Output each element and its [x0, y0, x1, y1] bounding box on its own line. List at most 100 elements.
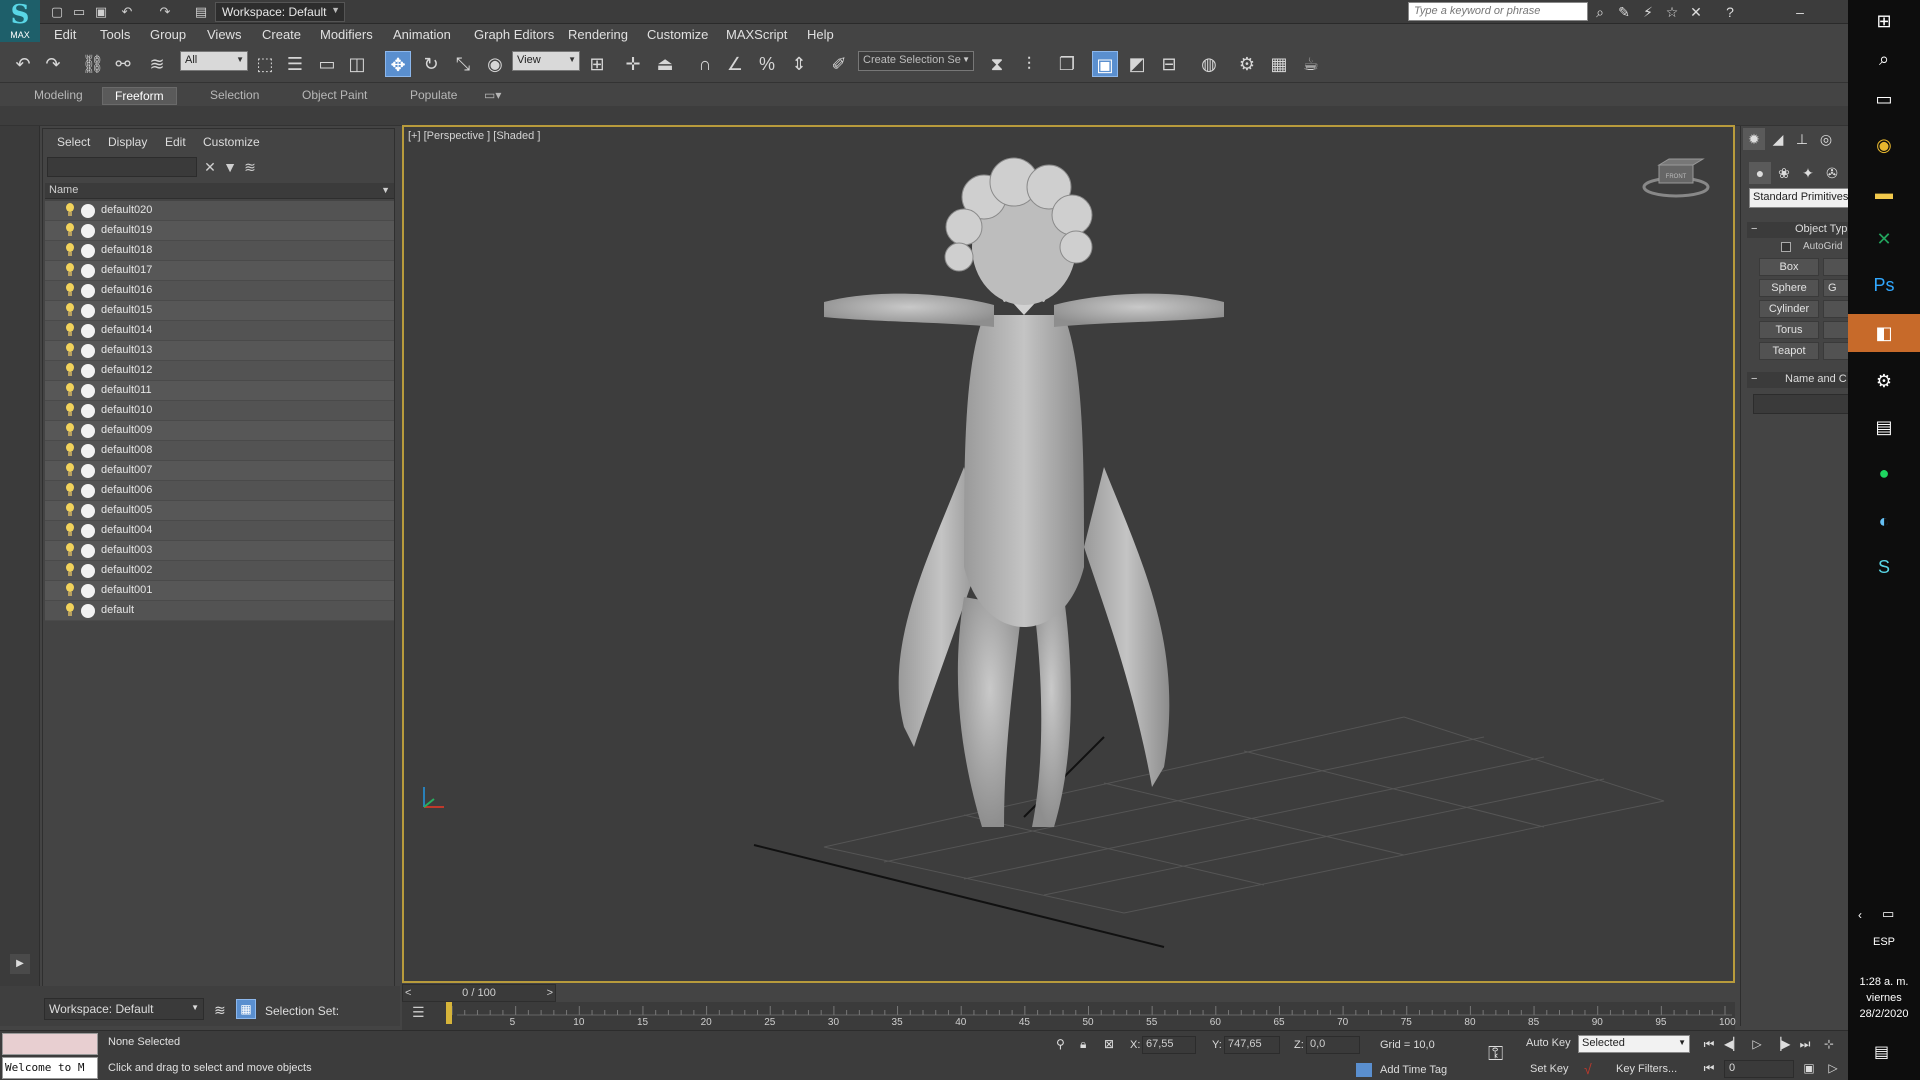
tab-modeling[interactable]: Modeling — [22, 87, 95, 105]
list-item[interactable]: default014 — [45, 321, 394, 341]
project-folder-icon[interactable]: ▤ — [192, 3, 210, 21]
list-item[interactable]: default005 — [45, 501, 394, 521]
align-icon[interactable]: ⫶ — [1016, 51, 1042, 77]
network-icon[interactable]: ▭ — [1882, 906, 1894, 922]
y-coord-field[interactable]: 747,65 — [1224, 1036, 1280, 1054]
undo-icon[interactable]: ↶ — [118, 3, 136, 21]
z-coord-field[interactable]: 0,0 — [1306, 1036, 1360, 1054]
tools-icon[interactable]: ✎ — [1614, 2, 1634, 22]
list-item[interactable]: default007 — [45, 461, 394, 481]
key-mode-toggle-icon[interactable]: ⊹ — [1820, 1035, 1838, 1053]
menu-rendering[interactable]: Rendering — [568, 27, 628, 42]
new-file-icon[interactable]: ▢ — [48, 3, 66, 21]
go-to-start-icon[interactable]: ⏮ — [1700, 1035, 1718, 1053]
time-configuration-icon[interactable]: ▣ — [1800, 1059, 1818, 1077]
render-production-icon[interactable]: ☕ — [1298, 51, 1324, 77]
show-hidden-icons-icon[interactable]: ‹ — [1858, 908, 1862, 922]
favorites-star-icon[interactable]: ☆ — [1662, 2, 1682, 22]
sphere-button[interactable]: Sphere — [1759, 279, 1819, 297]
play-icon[interactable]: ▷ — [1748, 1035, 1766, 1053]
list-item[interactable]: default019 — [45, 221, 394, 241]
current-frame-field[interactable]: 0 — [1724, 1060, 1794, 1078]
autogrid-checkbox[interactable] — [1781, 242, 1791, 252]
name-and-color-rollout[interactable]: − Name and C — [1747, 372, 1849, 388]
tab-selection[interactable]: Selection — [198, 87, 271, 105]
default-in-out-tangent-icon[interactable]: √ — [1584, 1061, 1592, 1077]
geosphere-button[interactable]: G — [1823, 279, 1849, 297]
list-item[interactable]: default002 — [45, 561, 394, 581]
windows-start-icon[interactable]: ⊞ — [1862, 2, 1906, 40]
menu-animation[interactable]: Animation — [393, 27, 451, 42]
expand-layout-icon[interactable]: ▶ — [10, 954, 30, 974]
previous-frame-icon[interactable]: ◀▏ — [1724, 1035, 1742, 1053]
visibility-bulb-icon[interactable] — [65, 263, 75, 277]
object-type-rollout[interactable]: − Object Typ — [1747, 222, 1849, 238]
visibility-bulb-icon[interactable] — [65, 483, 75, 497]
key-filters-button[interactable]: Key Filters... — [1616, 1063, 1677, 1075]
hierarchy-sort-icon[interactable]: ▦ — [236, 999, 256, 1019]
next-frame-icon[interactable]: > — [547, 985, 553, 1001]
lock-selection-icon[interactable]: 🔒︎ — [1080, 1037, 1086, 1052]
maxscript-output[interactable]: Welcome to M — [2, 1057, 98, 1079]
screen-recorder-icon[interactable]: ◧ — [1848, 314, 1920, 352]
lights-icon[interactable]: ✦ — [1797, 162, 1819, 184]
visibility-bulb-icon[interactable] — [65, 383, 75, 397]
visibility-bulb-icon[interactable] — [65, 363, 75, 377]
search-icon[interactable]: ⌕ — [1862, 40, 1906, 78]
reference-coordinate-dropdown[interactable]: View ▼ — [512, 51, 580, 71]
search-input[interactable]: Type a keyword or phrase — [1408, 2, 1588, 21]
settings-icon[interactable]: ⚙ — [1862, 362, 1906, 400]
spotify-icon[interactable]: ● — [1862, 454, 1906, 492]
select-and-move-icon[interactable]: ✥ — [385, 51, 411, 77]
visibility-bulb-icon[interactable] — [65, 583, 75, 597]
pivot-center-icon[interactable]: ⊞ — [584, 51, 610, 77]
list-item[interactable]: default011 — [45, 381, 394, 401]
name-column-header[interactable]: Name ▼ — [45, 183, 394, 199]
menu-views[interactable]: Views — [207, 27, 241, 42]
isolate-selection-icon[interactable]: ⚲ — [1056, 1037, 1065, 1051]
visibility-bulb-icon[interactable] — [65, 523, 75, 537]
tab-object-paint[interactable]: Object Paint — [290, 87, 379, 105]
explorer-menu-display[interactable]: Display — [108, 135, 147, 149]
list-item[interactable]: default — [45, 601, 394, 621]
visibility-bulb-icon[interactable] — [65, 243, 75, 257]
list-item[interactable]: default006 — [45, 481, 394, 501]
exchange-icon[interactable]: ✕ — [1686, 2, 1706, 22]
unlink-icon[interactable]: ⚯ — [110, 51, 136, 77]
binoculars-icon[interactable]: ⌕ — [1590, 2, 1610, 22]
mini-curve-editor-icon[interactable]: ☰ — [412, 1004, 425, 1021]
subscription-icon[interactable]: ⚡ — [1638, 2, 1658, 22]
time-slider[interactable]: < 0 / 100 > — [402, 984, 556, 1002]
chrome-icon[interactable]: ◉ — [1862, 126, 1906, 164]
geometry-icon[interactable]: ● — [1749, 162, 1771, 184]
tab-freeform[interactable]: Freeform — [102, 87, 177, 105]
layers-icon[interactable]: ≋ — [214, 1002, 226, 1019]
keyboard-shortcut-override-icon[interactable]: ⏏ — [652, 51, 678, 77]
shapes-icon[interactable]: ❀ — [1773, 162, 1795, 184]
visibility-bulb-icon[interactable] — [65, 203, 75, 217]
torus-button[interactable]: Torus — [1759, 321, 1819, 339]
cylinder-button[interactable]: Cylinder — [1759, 300, 1819, 318]
visibility-bulb-icon[interactable] — [65, 283, 75, 297]
app-logo[interactable]: S MAX — [0, 0, 40, 42]
pyramid-button[interactable] — [1823, 321, 1849, 339]
workspace-dropdown-bottom[interactable]: Workspace: Default ▼ — [44, 998, 204, 1020]
menu-graph-editors[interactable]: Graph Editors — [474, 27, 554, 42]
menu-tools[interactable]: Tools — [100, 27, 130, 42]
window-crossing-icon[interactable]: ◫ — [344, 51, 370, 77]
explorer-menu-edit[interactable]: Edit — [165, 135, 186, 149]
menu-customize[interactable]: Customize — [647, 27, 708, 42]
toggle-scene-explorer-icon[interactable]: ❐ — [1054, 51, 1080, 77]
select-object-icon[interactable]: ⬚ — [252, 51, 278, 77]
playback-options-icon[interactable]: ▷ — [1824, 1059, 1842, 1077]
visibility-bulb-icon[interactable] — [65, 543, 75, 557]
snaps-toggle-icon[interactable]: ∩ — [692, 51, 718, 77]
filter-icon[interactable]: ▼ — [221, 157, 239, 177]
explorer-search-input[interactable] — [47, 157, 197, 177]
named-selection-set-dropdown[interactable]: Create Selection Se ▼ — [858, 51, 974, 71]
file-explorer-icon[interactable]: ▬ — [1862, 174, 1906, 212]
list-item[interactable]: default013 — [45, 341, 394, 361]
clear-search-icon[interactable]: ✕ — [201, 157, 219, 177]
menu-modifiers[interactable]: Modifiers — [320, 27, 373, 42]
tab-populate[interactable]: Populate — [398, 87, 469, 105]
